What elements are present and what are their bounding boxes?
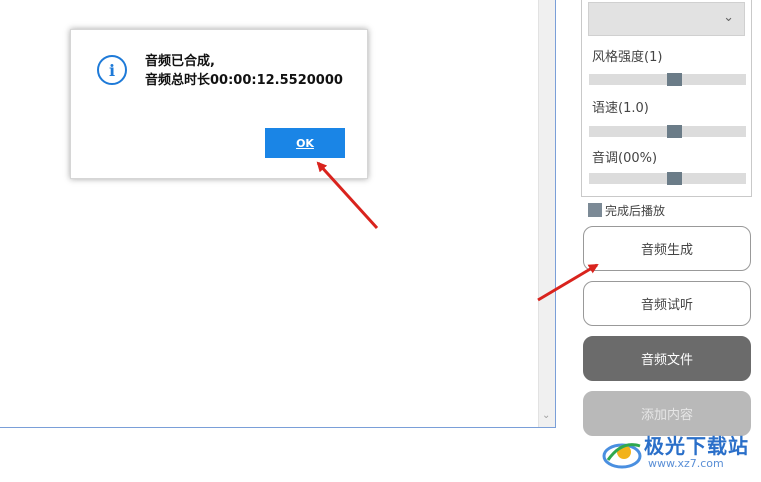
pitch-thumb[interactable] [667, 172, 682, 185]
pitch-label: 音调(00%) [592, 151, 658, 166]
chevron-down-icon: ⌄ [723, 10, 734, 25]
style-strength-slider[interactable] [589, 73, 746, 86]
watermark-logo-icon [602, 443, 642, 469]
audio-complete-dialog: i 音频已合成, 音频总时长00:00:12.5520000 OK [70, 29, 368, 179]
style-strength-label: 风格强度(1) [592, 50, 663, 65]
dialog-message-line1: 音频已合成, [145, 54, 215, 69]
audio-file-button[interactable]: 音频文件 [583, 336, 751, 381]
pitch-slider[interactable] [589, 172, 746, 185]
speed-thumb[interactable] [667, 125, 682, 138]
speed-label: 语速(1.0) [592, 101, 649, 116]
ok-button[interactable]: OK [265, 128, 345, 158]
scroll-down-icon[interactable]: ⌄ [542, 411, 550, 421]
watermark: 极光下载站 www.xz7.com [600, 430, 756, 478]
vertical-scrollbar[interactable]: ⌄ [538, 0, 555, 427]
voice-select[interactable]: ⌄ [588, 2, 745, 36]
watermark-url: www.xz7.com [648, 457, 724, 470]
info-icon: i [97, 55, 127, 85]
dialog-message: 音频已合成, 音频总时长00:00:12.5520000 [145, 52, 343, 90]
play-after-checkbox[interactable] [588, 203, 602, 217]
preview-audio-button[interactable]: 音频试听 [583, 281, 751, 326]
parameter-panel: ⌄ 风格强度(1) 语速(1.0) 音调(00%) [581, 0, 752, 197]
watermark-title: 极光下载站 [644, 434, 749, 458]
dialog-message-line2: 音频总时长00:00:12.5520000 [145, 73, 343, 88]
generate-audio-button[interactable]: 音频生成 [583, 226, 751, 271]
play-after-label: 完成后播放 [605, 204, 666, 218]
style-strength-thumb[interactable] [667, 73, 682, 86]
speed-slider[interactable] [589, 125, 746, 138]
